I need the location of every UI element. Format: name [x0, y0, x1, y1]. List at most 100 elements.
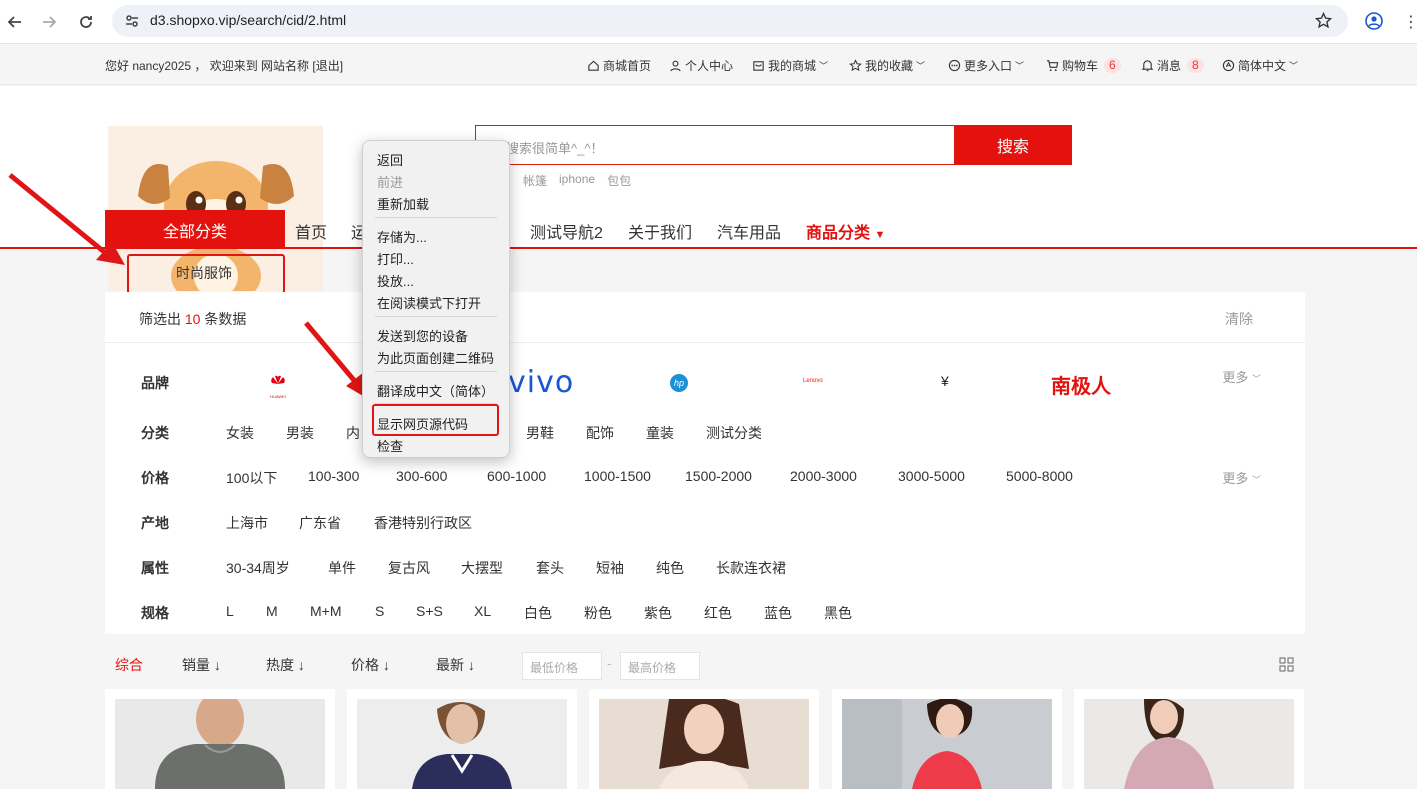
bookmark-star-icon[interactable] — [1314, 11, 1333, 34]
filter-attribute[interactable]: 短袖 — [596, 558, 624, 578]
filter-category[interactable]: 内 — [346, 423, 360, 443]
sort-comprehensive[interactable]: 综合 — [115, 655, 143, 675]
product-card[interactable] — [589, 689, 819, 789]
sort-price[interactable]: 价格 ↓ — [351, 655, 390, 675]
filter-spec[interactable]: M+M — [310, 603, 342, 619]
filter-price[interactable]: 2000-3000 — [790, 468, 857, 484]
filter-category[interactable]: 童装 — [646, 423, 674, 443]
topnav-my-mall[interactable]: 我的商城 ﹀ — [752, 57, 828, 74]
clear-filters-button[interactable]: 清除 — [1225, 309, 1253, 329]
filter-spec[interactable]: L — [226, 603, 234, 619]
menu-item-reload[interactable]: 重新加载 — [377, 194, 429, 213]
filter-spec[interactable]: 红色 — [704, 603, 732, 623]
topnav-favorites[interactable]: 我的收藏 ﹀ — [849, 57, 925, 74]
profile-icon[interactable] — [1365, 12, 1383, 35]
filter-spec[interactable]: M — [266, 603, 278, 619]
filter-spec[interactable]: 白色 — [524, 603, 552, 623]
search-button[interactable]: 搜索 — [954, 125, 1072, 165]
filter-price[interactable]: 5000-8000 — [1006, 468, 1073, 484]
filter-price[interactable]: 1500-2000 — [685, 468, 752, 484]
filter-spec[interactable]: 蓝色 — [764, 603, 792, 623]
nav-item-home[interactable]: 首页 — [295, 219, 327, 243]
filter-attribute[interactable]: 长款连衣裙 — [716, 558, 786, 578]
hot-word[interactable]: 包包 — [607, 172, 631, 189]
filter-spec[interactable]: 黑色 — [824, 603, 852, 623]
grid-view-icon[interactable] — [1279, 657, 1294, 675]
sort-popularity[interactable]: 热度 ↓ — [266, 655, 305, 675]
product-card[interactable] — [832, 689, 1062, 789]
filter-attribute[interactable]: 大摆型 — [461, 558, 503, 578]
max-price-input[interactable]: 最高价格 — [620, 652, 700, 680]
product-card[interactable] — [347, 689, 577, 789]
product-image[interactable] — [599, 699, 809, 789]
product-image[interactable] — [357, 699, 567, 789]
filter-origin[interactable]: 广东省 — [299, 513, 341, 533]
filter-attribute[interactable]: 套头 — [536, 558, 564, 578]
filter-attribute[interactable]: 单件 — [328, 558, 356, 578]
nav-item-auto[interactable]: 汽车用品 — [717, 219, 781, 243]
product-image[interactable] — [115, 699, 325, 789]
nav-item-product-categories[interactable]: 商品分类 ▼ — [806, 219, 885, 243]
filter-category[interactable]: 男装 — [286, 423, 314, 443]
menu-item-send-to-devices[interactable]: 发送到您的设备 — [377, 326, 468, 345]
product-card[interactable] — [105, 689, 335, 789]
product-card[interactable] — [1074, 689, 1304, 789]
brand-logo-nanjiren[interactable]: 南极人 — [1051, 370, 1111, 399]
menu-item-forward[interactable]: 前进 — [377, 172, 403, 191]
topnav-messages[interactable]: 消息 8 — [1141, 57, 1204, 74]
brand-logo-hp[interactable]: hp — [670, 374, 688, 392]
menu-item-translate[interactable]: 翻译成中文（简体） — [377, 381, 494, 400]
all-categories-button[interactable]: 全部分类 — [105, 210, 285, 249]
nav-item-test-nav-2[interactable]: 测试导航2 — [530, 219, 603, 243]
browser-menu-icon[interactable]: ⋮ — [1403, 12, 1417, 32]
reload-icon[interactable] — [73, 9, 99, 35]
topnav-user-center[interactable]: 个人中心 — [669, 57, 733, 74]
filter-price[interactable]: 100以下 — [226, 468, 277, 488]
filter-spec[interactable]: 紫色 — [644, 603, 672, 623]
address-bar[interactable]: d3.shopxo.vip/search/cid/2.html — [112, 5, 1348, 37]
menu-item-save-as[interactable]: 存储为... — [377, 227, 427, 246]
product-image[interactable] — [1084, 699, 1294, 789]
forward-icon[interactable] — [36, 9, 62, 35]
site-settings-icon[interactable] — [124, 13, 140, 34]
brand-logo-lenovo[interactable]: Lenovo — [803, 378, 823, 384]
brand-logo-playboy[interactable]: ¥ — [941, 373, 949, 389]
product-image[interactable] — [842, 699, 1052, 789]
filter-origin[interactable]: 上海市 — [226, 513, 268, 533]
user-greeting[interactable]: 您好 nancy2025 ， 欢迎来到 网站名称 [退出] — [105, 57, 343, 74]
price-more-button[interactable]: 更多 ﹀ — [1222, 468, 1261, 487]
menu-item-print[interactable]: 打印... — [377, 249, 414, 268]
filter-spec[interactable]: 粉色 — [584, 603, 612, 623]
filter-spec[interactable]: S — [375, 603, 384, 619]
menu-item-back[interactable]: 返回 — [377, 150, 403, 169]
menu-item-reading-mode[interactable]: 在阅读模式下打开 — [377, 293, 481, 312]
filter-attribute[interactable]: 纯色 — [656, 558, 684, 578]
back-icon[interactable] — [2, 9, 28, 35]
topnav-language[interactable]: 简体中文 ﹀ — [1222, 57, 1298, 74]
brand-more-button[interactable]: 更多 ﹀ — [1222, 367, 1261, 386]
filter-spec[interactable]: S+S — [416, 603, 443, 619]
min-price-input[interactable]: 最低价格 — [522, 652, 602, 680]
filter-category[interactable]: 男鞋 — [526, 423, 554, 443]
filter-origin[interactable]: 香港特别行政区 — [374, 513, 472, 533]
filter-attribute[interactable]: 复古风 — [388, 558, 430, 578]
filter-price[interactable]: 1000-1500 — [584, 468, 651, 484]
topnav-more-entries[interactable]: 更多入口 ﹀ — [948, 57, 1024, 74]
filter-category[interactable]: 测试分类 — [706, 423, 762, 443]
menu-item-cast[interactable]: 投放... — [377, 271, 414, 290]
search-input[interactable]: 搜索很简单^_^！ — [475, 125, 955, 165]
sort-newest[interactable]: 最新 ↓ — [436, 655, 475, 675]
filter-price[interactable]: 300-600 — [396, 468, 447, 484]
topnav-mall-home[interactable]: 商城首页 — [587, 57, 651, 74]
filter-price[interactable]: 100-300 — [308, 468, 359, 484]
filter-price[interactable]: 3000-5000 — [898, 468, 965, 484]
filter-spec[interactable]: XL — [474, 603, 491, 619]
menu-item-create-qr-code[interactable]: 为此页面创建二维码 — [377, 348, 494, 367]
filter-attribute[interactable]: 30-34周岁 — [226, 558, 290, 578]
menu-item-inspect[interactable]: 检查 — [377, 436, 403, 455]
brand-logo-huawei[interactable]: HUAWEI — [268, 375, 288, 399]
hot-word[interactable]: iphone — [559, 172, 595, 189]
topnav-cart[interactable]: 购物车 6 — [1046, 57, 1121, 74]
nav-item-about[interactable]: 关于我们 — [628, 219, 692, 243]
hot-word[interactable]: 帐篷 — [523, 172, 547, 189]
